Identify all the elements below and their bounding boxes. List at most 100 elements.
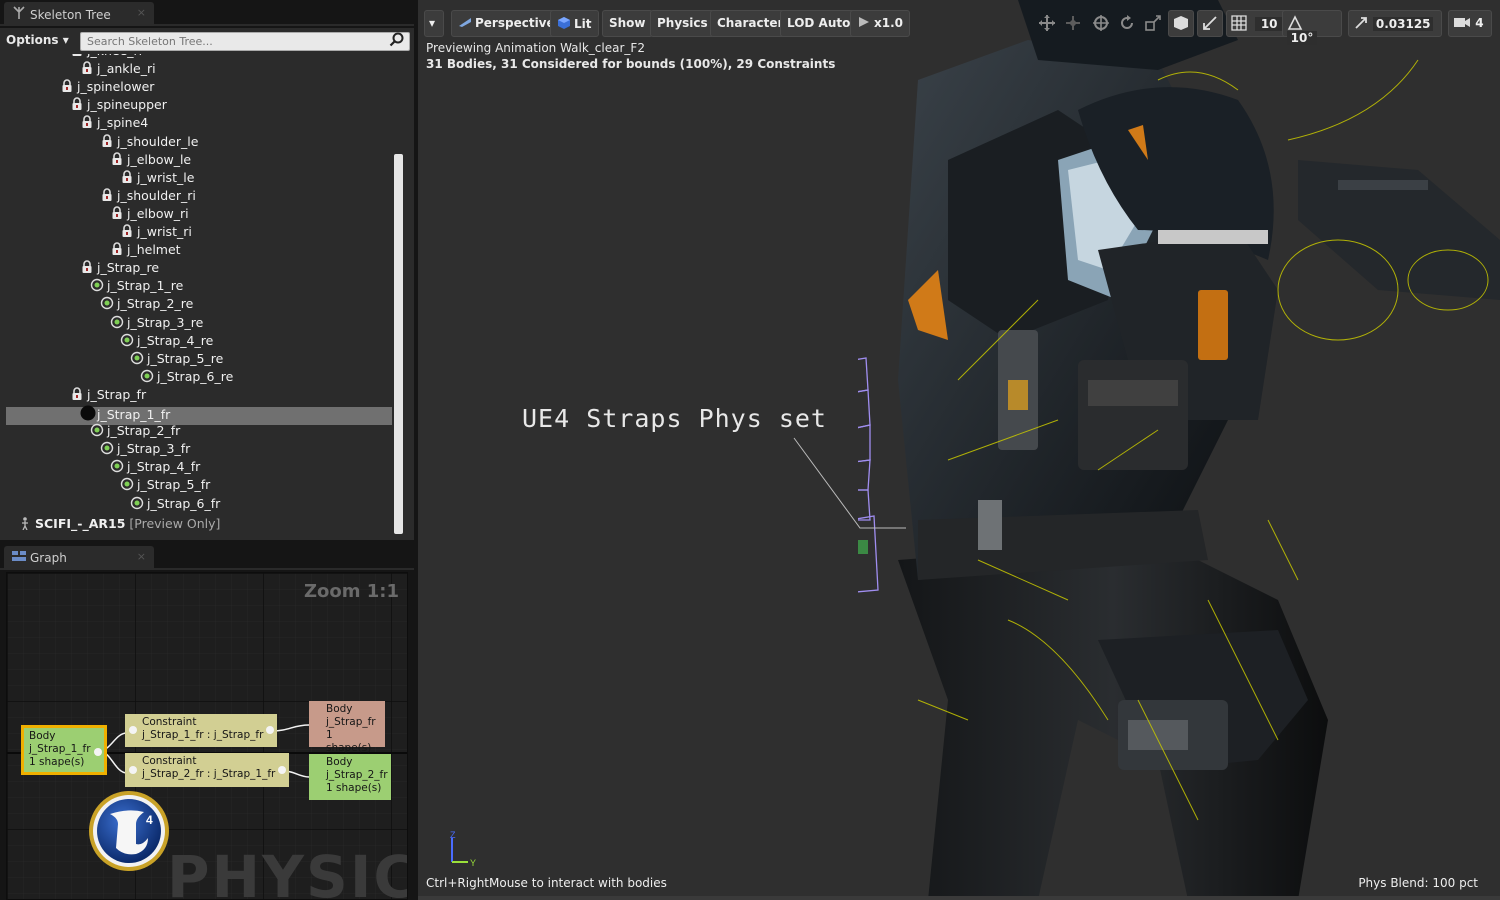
tab-graph[interactable]: Graph ×	[4, 546, 154, 570]
tree-item-label: j_shoulder_le	[117, 134, 199, 149]
tree-item-j-spineupper[interactable]: j_spineupper	[70, 97, 167, 115]
output-pin[interactable]	[94, 748, 102, 756]
viewport-menu-button[interactable]: ▾	[424, 10, 444, 37]
tree-item-j-knee-ri[interactable]: j_knee_ri	[70, 54, 142, 61]
camera-speed-control[interactable]: 4	[1448, 10, 1492, 37]
graph-node-body-child[interactable]: Body j_Strap_2_fr 1 shape(s)	[309, 754, 391, 800]
tree-item-j-strap-6-fr[interactable]: j_Strap_6_fr	[130, 496, 220, 514]
tab-skeleton-tree-label: Skeleton Tree	[30, 8, 111, 22]
lock-icon	[70, 387, 84, 401]
tree-item-j-strap-1-re[interactable]: j_Strap_1_re	[90, 278, 183, 296]
graph-node-constraint-1[interactable]: Constraint j_Strap_1_fr : j_Strap_fr	[125, 714, 277, 747]
translate-icon[interactable]	[1064, 14, 1082, 32]
tree-item-j-spinelower[interactable]: j_spinelower	[60, 79, 154, 97]
tree-item-label: j_Strap_3_fr	[117, 441, 191, 456]
surface-snap-button[interactable]	[1197, 10, 1223, 37]
options-dropdown[interactable]: Options ▾	[6, 33, 69, 47]
tab-graph-label: Graph	[30, 551, 67, 565]
node-type-label: Constraint	[142, 755, 197, 767]
tree-footer-item[interactable]: SCIFI_-_AR15 [Preview Only]	[18, 516, 220, 534]
lod-button[interactable]: LOD Auto	[780, 10, 858, 37]
node-type-label: Body	[326, 703, 353, 715]
grid-snap-value: 10	[1255, 17, 1284, 31]
lock-icon	[60, 79, 74, 93]
tree-item-j-spine4[interactable]: j_spine4	[80, 115, 148, 133]
node-bone-label: j_Strap_fr	[326, 716, 376, 728]
output-pin[interactable]	[266, 726, 274, 734]
tree-item-j-strap-1-fr[interactable]: j_Strap_1_fr	[80, 405, 170, 423]
graph-node-body-parent[interactable]: Body j_Strap_fr 1 shape(s)	[309, 701, 385, 754]
tree-item-j-strap-3-re[interactable]: j_Strap_3_re	[110, 315, 203, 333]
output-pin[interactable]	[278, 766, 286, 774]
tree-item-label: j_Strap_3_re	[127, 315, 204, 330]
search-skeleton-input[interactable]	[80, 32, 410, 51]
tree-item-j-strap-re[interactable]: j_Strap_re	[80, 260, 159, 278]
lock-icon	[70, 54, 84, 57]
lit-button[interactable]: Lit	[550, 10, 599, 37]
playback-speed-button[interactable]: x1.0	[850, 10, 910, 37]
tree-item-label: j_Strap_2_fr	[107, 423, 181, 438]
tree-item-j-wrist-ri[interactable]: j_wrist_ri	[120, 224, 192, 242]
world-space-icon[interactable]	[1092, 14, 1110, 32]
lit-label: Lit	[574, 17, 592, 31]
tree-item-j-elbow-le[interactable]: j_elbow_le	[110, 152, 191, 170]
lock-icon	[120, 170, 134, 184]
tree-item-j-strap-4-fr[interactable]: j_Strap_4_fr	[110, 459, 200, 477]
perspective-label: Perspective	[475, 16, 555, 30]
angle-icon	[1287, 15, 1303, 30]
perspective-button[interactable]: Perspective	[451, 10, 562, 37]
tree-item-j-strap-fr[interactable]: j_Strap_fr	[70, 387, 146, 405]
character-button[interactable]: Character	[710, 10, 791, 37]
show-button[interactable]: Show	[602, 10, 653, 37]
tree-item-j-strap-2-fr[interactable]: j_Strap_2_fr	[90, 423, 180, 441]
selected-row-highlight	[6, 407, 392, 425]
viewport[interactable]: ▾ Perspective Lit Show Physics Character…	[418, 0, 1500, 900]
tree-item-j-elbow-ri[interactable]: j_elbow_ri	[110, 206, 189, 224]
timeline-ruler[interactable]	[418, 896, 1500, 900]
tree-item-j-shoulder-le[interactable]: j_shoulder_le	[100, 134, 198, 152]
zoom-label: Zoom 1:1	[303, 581, 399, 602]
close-icon[interactable]: ×	[137, 6, 146, 19]
constraint-icon	[100, 441, 114, 455]
tree-item-j-strap-4-re[interactable]: j_Strap_4_re	[120, 333, 213, 351]
tree-item-j-ankle-ri[interactable]: j_ankle_ri	[80, 61, 156, 79]
graph-node-body-selected[interactable]: Body j_Strap_1_fr 1 shape(s)	[21, 725, 107, 775]
tree-item-j-strap-2-re[interactable]: j_Strap_2_re	[100, 296, 193, 314]
tree-item-label: j_elbow_le	[127, 152, 192, 167]
close-icon[interactable]: ×	[137, 550, 146, 563]
rotation-snap-control[interactable]: 10°	[1282, 10, 1342, 45]
camera-icon	[1454, 18, 1470, 27]
scale-snap-control[interactable]: 0.03125	[1348, 10, 1442, 37]
scale-icon[interactable]	[1144, 14, 1162, 32]
rotate-icon[interactable]	[1118, 14, 1136, 32]
constraint-icon	[130, 351, 144, 365]
tree-item-j-strap-5-re[interactable]: j_Strap_5_re	[130, 351, 223, 369]
character-preview-mesh[interactable]	[858, 0, 1500, 900]
coordinate-system-button[interactable]	[1168, 10, 1194, 37]
lock-icon	[120, 224, 134, 238]
select-mode-icon[interactable]	[1038, 14, 1056, 32]
rotation-snap-value: 10°	[1287, 31, 1317, 45]
search-icon[interactable]	[389, 32, 404, 47]
node-type-label: Body	[29, 730, 56, 742]
tree-scrollbar[interactable]	[394, 154, 403, 534]
tree-item-j-helmet[interactable]: j_helmet	[110, 242, 181, 260]
lock-icon	[70, 97, 84, 111]
preview-only-label: [Preview Only]	[129, 516, 221, 531]
constraint-icon	[140, 369, 154, 383]
input-pin[interactable]	[129, 726, 137, 734]
bodies-stats-label: 31 Bodies, 31 Considered for bounds (100…	[426, 57, 836, 71]
tree-item-j-strap-5-fr[interactable]: j_Strap_5_fr	[120, 477, 210, 495]
physics-graph[interactable]: Zoom 1:1 PHYSICS Body j_Strap_1_fr 1 sha…	[6, 572, 408, 900]
tree-item-j-wrist-le[interactable]: j_wrist_le	[120, 170, 194, 188]
tree-item-j-strap-6-re[interactable]: j_Strap_6_re	[140, 369, 233, 387]
constraint-icon	[90, 278, 104, 292]
tab-skeleton-tree[interactable]: Skeleton Tree ×	[4, 2, 154, 26]
scale-snap-icon	[1355, 17, 1367, 29]
tree-item-j-shoulder-ri[interactable]: j_shoulder_ri	[100, 188, 196, 206]
tree-item-j-strap-3-fr[interactable]: j_Strap_3_fr	[100, 441, 190, 459]
input-pin[interactable]	[129, 766, 137, 774]
lock-icon	[100, 188, 114, 202]
physics-button[interactable]: Physics	[650, 10, 715, 37]
graph-node-constraint-2[interactable]: Constraint j_Strap_2_fr : j_Strap_1_fr	[125, 753, 289, 787]
